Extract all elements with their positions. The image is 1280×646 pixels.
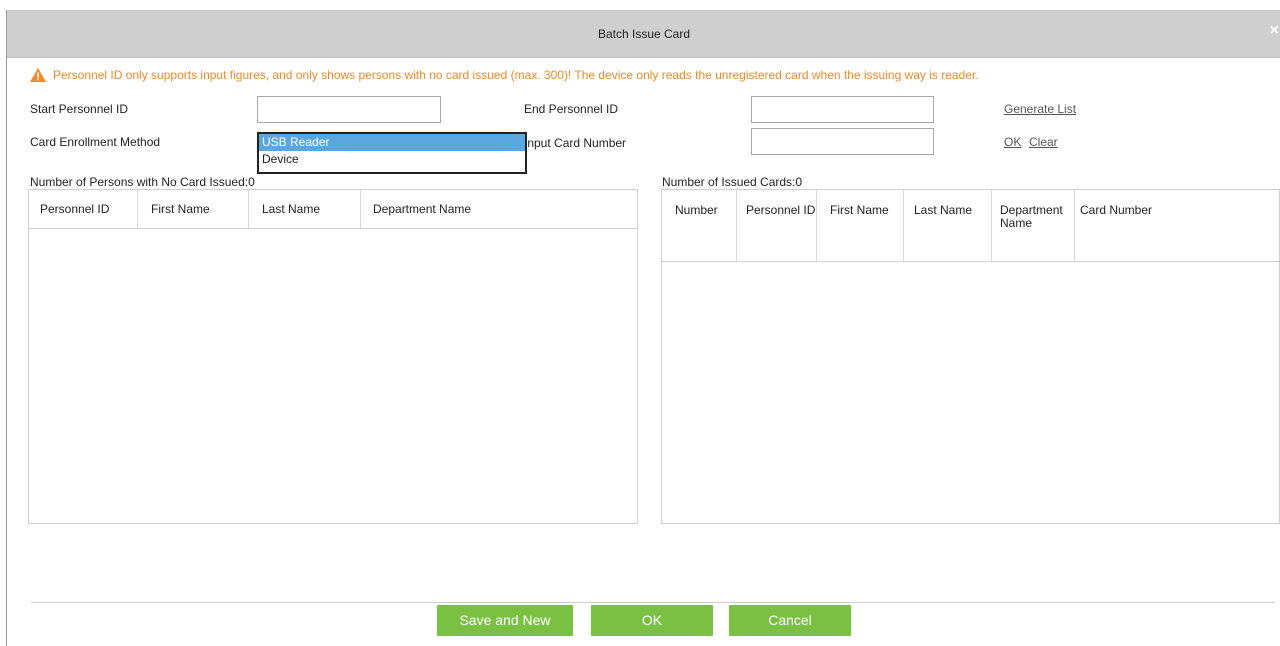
left-table-header: Personnel ID First Name Last Name Depart… (29, 190, 637, 229)
warning-text: Personnel ID only supports input figures… (53, 68, 979, 82)
column-header[interactable]: Department Name (361, 190, 637, 228)
column-header[interactable]: Last Name (249, 190, 361, 228)
end-personnel-id-input[interactable] (751, 96, 934, 123)
column-header[interactable]: Department Name (992, 190, 1075, 261)
left-table-title: Number of Persons with No Card Issued:0 (30, 175, 255, 189)
input-card-number-label: Input Card Number (524, 136, 627, 150)
generate-list-link[interactable]: Generate List (1004, 102, 1076, 116)
right-table-header: Number Personnel ID First Name Last Name… (662, 190, 1279, 262)
top-edge (0, 0, 1280, 10)
footer-divider (31, 602, 1275, 603)
ok-button[interactable]: OK (591, 605, 713, 636)
card-enrollment-method-label: Card Enrollment Method (30, 135, 161, 149)
column-header[interactable]: Number (662, 190, 737, 261)
close-icon[interactable]: × (1270, 22, 1279, 40)
clear-link[interactable]: Clear (1029, 135, 1058, 149)
column-header[interactable]: Personnel ID (29, 190, 138, 228)
dialog-title: Batch Issue Card (597, 27, 691, 41)
cancel-button[interactable]: Cancel (729, 605, 851, 636)
column-header[interactable]: Personnel ID (737, 190, 817, 261)
right-table-title: Number of Issued Cards:0 (662, 175, 803, 189)
start-personnel-id-label: Start Personnel ID (30, 102, 129, 116)
column-header[interactable]: Last Name (904, 190, 992, 261)
dropdown-option-usb-reader[interactable]: USB Reader (259, 134, 525, 151)
ok-link[interactable]: OK (1004, 135, 1021, 149)
warning-triangle-icon (30, 68, 46, 82)
end-personnel-id-label: End Personnel ID (524, 102, 619, 116)
column-header[interactable]: First Name (138, 190, 249, 228)
save-and-new-button[interactable]: Save and New (437, 605, 573, 636)
input-card-number-input[interactable] (751, 128, 934, 155)
persons-without-card-table: Personnel ID First Name Last Name Depart… (28, 189, 638, 524)
batch-issue-card-dialog: Batch Issue Card × Personnel ID only sup… (6, 10, 1280, 646)
dropdown-option-device[interactable]: Device (259, 151, 525, 168)
issued-cards-table: Number Personnel ID First Name Last Name… (661, 189, 1280, 524)
column-header[interactable]: Card Number (1075, 190, 1279, 261)
start-personnel-id-input[interactable] (257, 96, 441, 123)
column-header[interactable]: First Name (817, 190, 904, 261)
card-enrollment-method-dropdown[interactable]: USB Reader Device (257, 132, 527, 174)
warning-message: Personnel ID only supports input figures… (29, 67, 979, 83)
dialog-titlebar: Batch Issue Card × (7, 10, 1280, 58)
